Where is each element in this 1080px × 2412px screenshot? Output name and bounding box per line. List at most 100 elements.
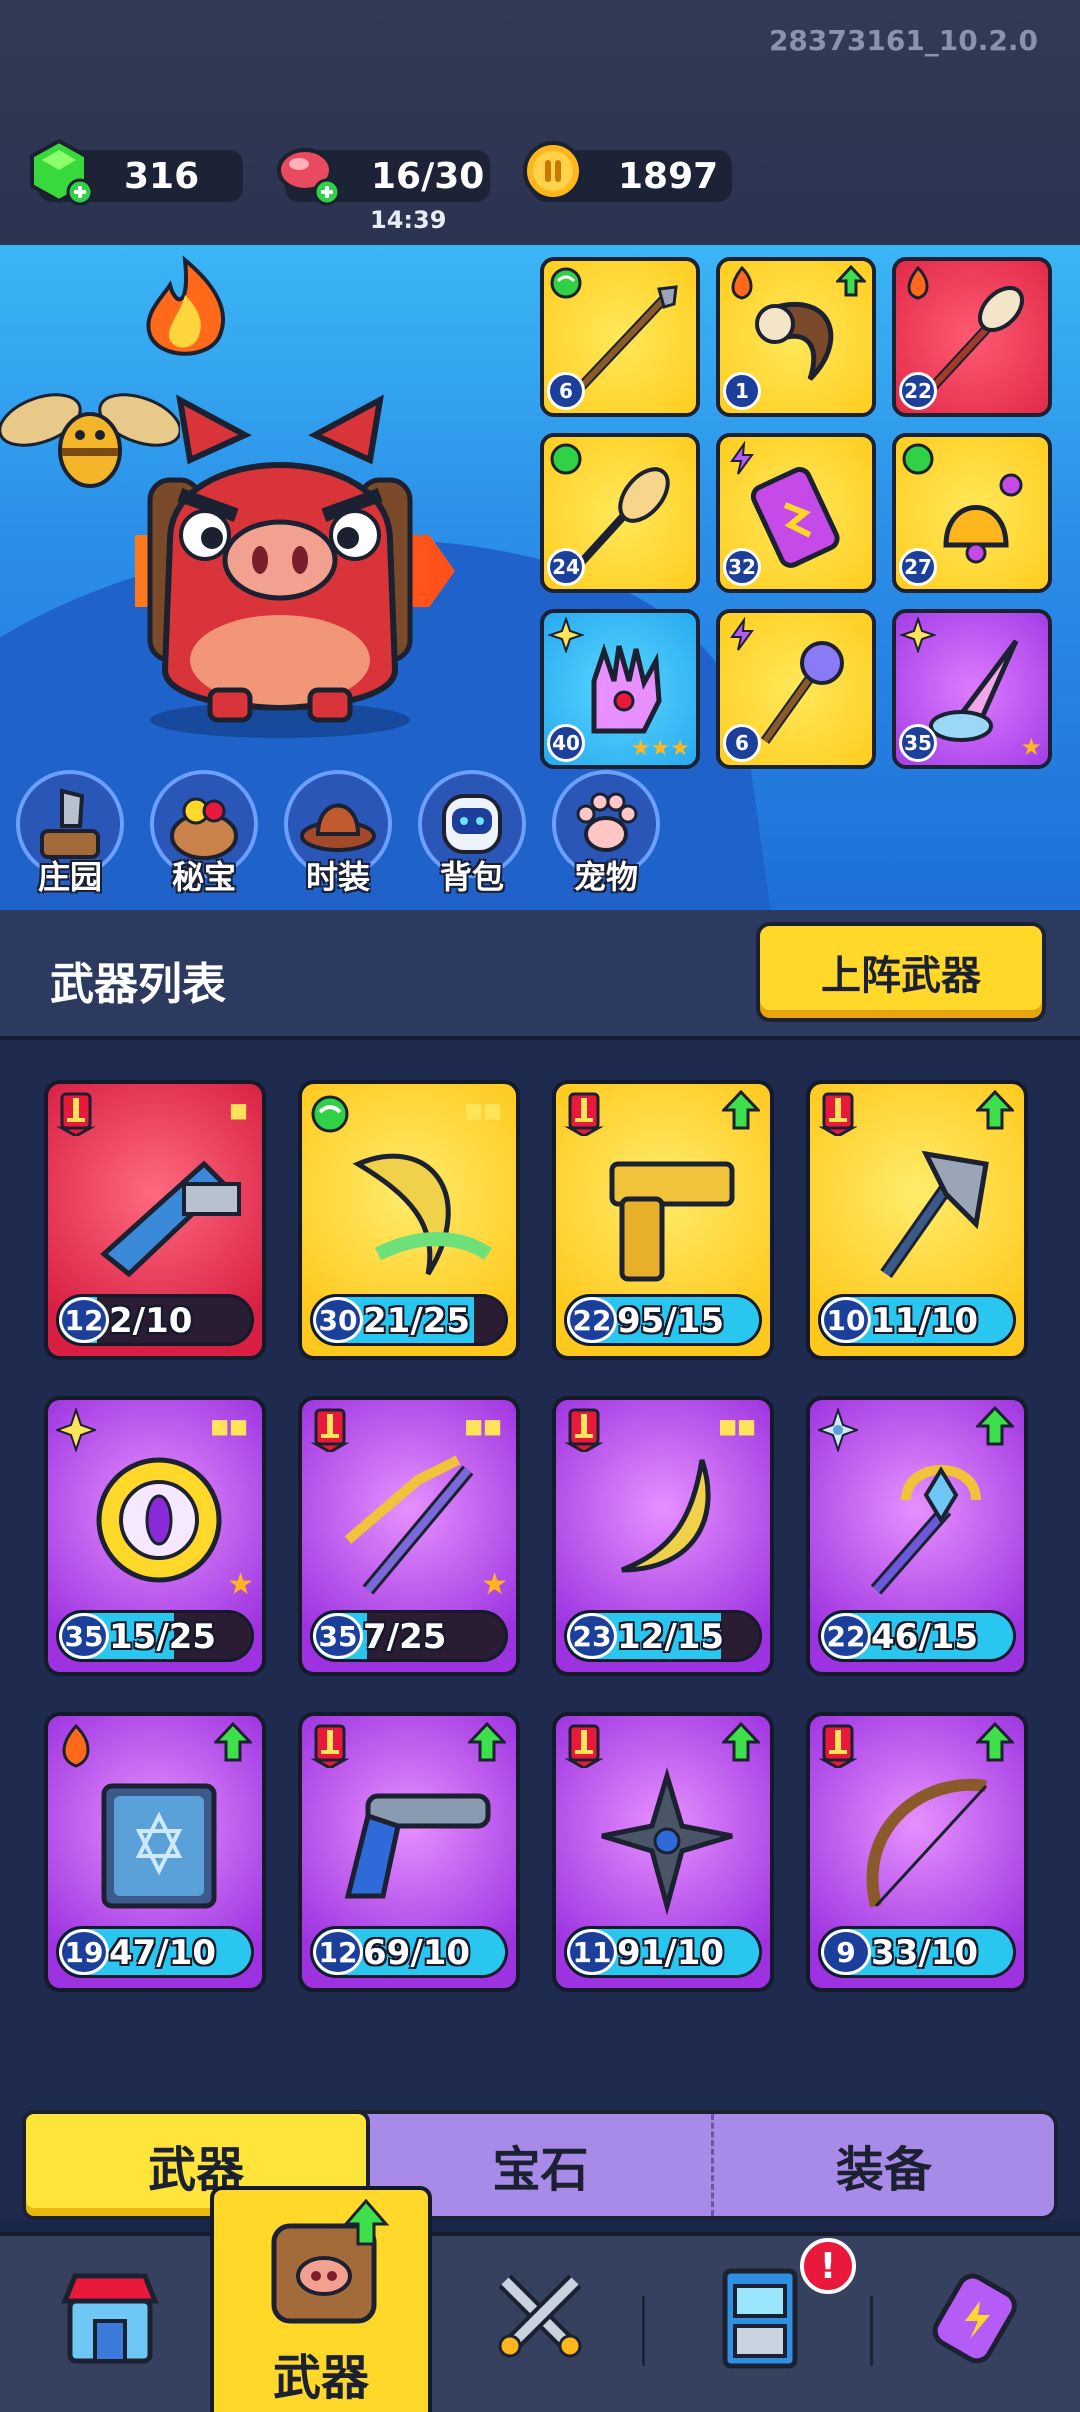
arcade-machine-icon <box>722 2268 798 2369</box>
shortcut-pet[interactable]: 宠物 <box>548 770 664 896</box>
sword-type-icon <box>818 1724 858 1768</box>
weapon-card[interactable]: ■ 12 2/10 <box>44 1080 266 1360</box>
gem-counter[interactable]: 316 <box>30 138 243 206</box>
weapon-art-icon <box>601 1767 733 1916</box>
gem-icon <box>30 138 94 206</box>
shortcut-fashion[interactable]: 时装 <box>280 770 396 896</box>
nav-capsule[interactable] <box>905 2246 1055 2396</box>
weapon-level: 35 <box>59 1613 109 1659</box>
equipped-slot-3[interactable]: 22 <box>892 257 1052 417</box>
equipped-slot-2[interactable]: 1 <box>716 257 876 417</box>
upgrade-arrow-icon <box>976 1722 1014 1762</box>
fire-element-icon <box>731 265 753 300</box>
sword-type-icon <box>818 1092 858 1136</box>
weapon-card[interactable]: ■■ 30 21/25 <box>298 1080 520 1360</box>
weapon-art-icon <box>100 1160 241 1278</box>
shortcut-row: 庄园 秘宝 时装 背包 宠物 <box>12 770 664 896</box>
upgrade-arrow-icon <box>468 1722 506 1762</box>
weapon-shard-count: 15/25 <box>109 1617 217 1657</box>
equipped-slot-5[interactable]: 32 <box>716 433 876 593</box>
coin-counter[interactable]: 1897 <box>523 141 732 202</box>
gem-value: 316 <box>124 155 200 197</box>
weapon-level: 23 <box>567 1613 617 1659</box>
weapon-list[interactable]: ■ 12 2/10 ■■ 30 21/25 22 95/15 10 11/10 ■■ ★ 35 15/25… <box>0 1040 1080 2220</box>
upgrade-arrow-icon <box>836 265 866 297</box>
sword-type-icon <box>310 1724 350 1768</box>
equipped-level: 24 <box>547 548 585 586</box>
weapon-progress-bar: 11 91/10 <box>564 1926 762 1978</box>
wind-element-icon <box>902 443 934 475</box>
equipped-slot-1[interactable]: 6 <box>540 257 700 417</box>
weapon-progress-bar: 35 7/25 <box>310 1610 508 1662</box>
weapon-card[interactable]: 22 46/15 <box>806 1396 1028 1676</box>
light-element-icon <box>900 617 936 653</box>
weapon-progress-bar: 22 95/15 <box>564 1294 762 1346</box>
nav-weapons[interactable]: 武器 <box>210 2186 432 2412</box>
flame-icon <box>146 255 226 356</box>
equipped-slot-6[interactable]: 27 <box>892 433 1052 593</box>
equipped-level: 6 <box>723 724 761 762</box>
deploy-weapon-button[interactable]: 上阵武器 <box>756 922 1046 1022</box>
weapon-shard-count: 11/10 <box>871 1301 979 1341</box>
capsule-icon <box>932 2273 1017 2364</box>
weapon-card[interactable]: 9 33/10 <box>806 1712 1028 1992</box>
weapon-shard-count: 33/10 <box>871 1933 979 1973</box>
weapon-shard-count: 69/10 <box>363 1933 471 1973</box>
equipped-slot-7[interactable]: 40 ★★★ <box>540 609 700 769</box>
hero-panel: 4206 6 <box>0 245 1080 910</box>
weapon-shard-count: 2/10 <box>109 1301 193 1341</box>
weapon-card[interactable]: ■■ 23 12/15 <box>552 1396 774 1676</box>
weapon-card[interactable]: ■■ ★ 35 15/25 <box>44 1396 266 1676</box>
weapon-card[interactable]: 22 95/15 <box>552 1080 774 1360</box>
weapon-shard-count: 47/10 <box>109 1933 217 1973</box>
wind-element-icon <box>311 1095 349 1133</box>
shortcut-label: 背包 <box>439 858 504 896</box>
weapon-level: 9 <box>821 1929 871 1975</box>
top-bar: 28373161_10.2.0 316 16/30 14:39 1897 <box>0 0 1080 245</box>
equipped-slot-8[interactable]: 6 <box>716 609 876 769</box>
shortcut-manor[interactable]: 庄园 <box>12 770 128 896</box>
weapon-card[interactable]: 10 11/10 <box>806 1080 1028 1360</box>
sword-type-icon <box>564 1092 604 1136</box>
coin-icon <box>523 141 583 201</box>
axe-stump-icon <box>40 788 100 859</box>
notification-badge: ! <box>800 2238 856 2294</box>
nav-weapons-label: 武器 <box>272 2350 369 2406</box>
tab-equipment[interactable]: 装备 <box>714 2114 1054 2216</box>
weapon-progress-bar: 12 2/10 <box>56 1294 254 1346</box>
weapon-card[interactable]: 11 91/10 <box>552 1712 774 1992</box>
weapon-progress-bar: 10 11/10 <box>818 1294 1016 1346</box>
weapon-level: 11 <box>567 1929 617 1975</box>
equipped-slot-9[interactable]: 35 ★ <box>892 609 1052 769</box>
weapon-progress-bar: 12 69/10 <box>310 1926 508 1978</box>
category-tabs: 武器 宝石 装备 <box>22 2110 1058 2220</box>
weapon-card[interactable]: 19 47/10 <box>44 1712 266 1992</box>
weapon-list-title: 武器列表 <box>50 959 226 1010</box>
fire-element-icon <box>62 1724 90 1768</box>
pig-hero-avatar[interactable] <box>110 390 450 740</box>
weapon-card[interactable]: ■■ ★ 35 7/25 <box>298 1396 520 1676</box>
shortcut-label: 庄园 <box>37 858 102 896</box>
fire-element-icon <box>907 265 929 300</box>
shortcut-treasure[interactable]: 秘宝 <box>146 770 262 896</box>
equipped-slot-4[interactable]: 24 <box>540 433 700 593</box>
coin-value: 1897 <box>618 155 719 197</box>
nav-shop[interactable] <box>40 2246 190 2396</box>
shortcut-label: 时装 <box>305 858 370 896</box>
weapon-card[interactable]: 12 69/10 <box>298 1712 520 1992</box>
lightning-element-icon <box>730 441 754 475</box>
stamina-counter[interactable]: 16/30 <box>277 148 490 206</box>
shortcut-backpack[interactable]: 背包 <box>414 770 530 896</box>
upgrade-arrow-icon <box>722 1722 760 1762</box>
weapon-art-icon <box>866 1778 988 1908</box>
weapon-art-icon <box>870 1465 981 1595</box>
equipped-level: 1 <box>723 372 761 410</box>
rarity-dots-icon: ■■ <box>464 1098 502 1122</box>
weapon-art-icon <box>96 1457 222 1583</box>
sword-type-icon <box>564 1724 604 1768</box>
upgrade-arrow-icon <box>976 1406 1014 1446</box>
weapon-progress-bar: 30 21/25 <box>310 1294 508 1346</box>
light-element-icon <box>56 1408 96 1452</box>
lightning-element-icon <box>730 617 754 651</box>
nav-battle[interactable] <box>470 2246 620 2396</box>
